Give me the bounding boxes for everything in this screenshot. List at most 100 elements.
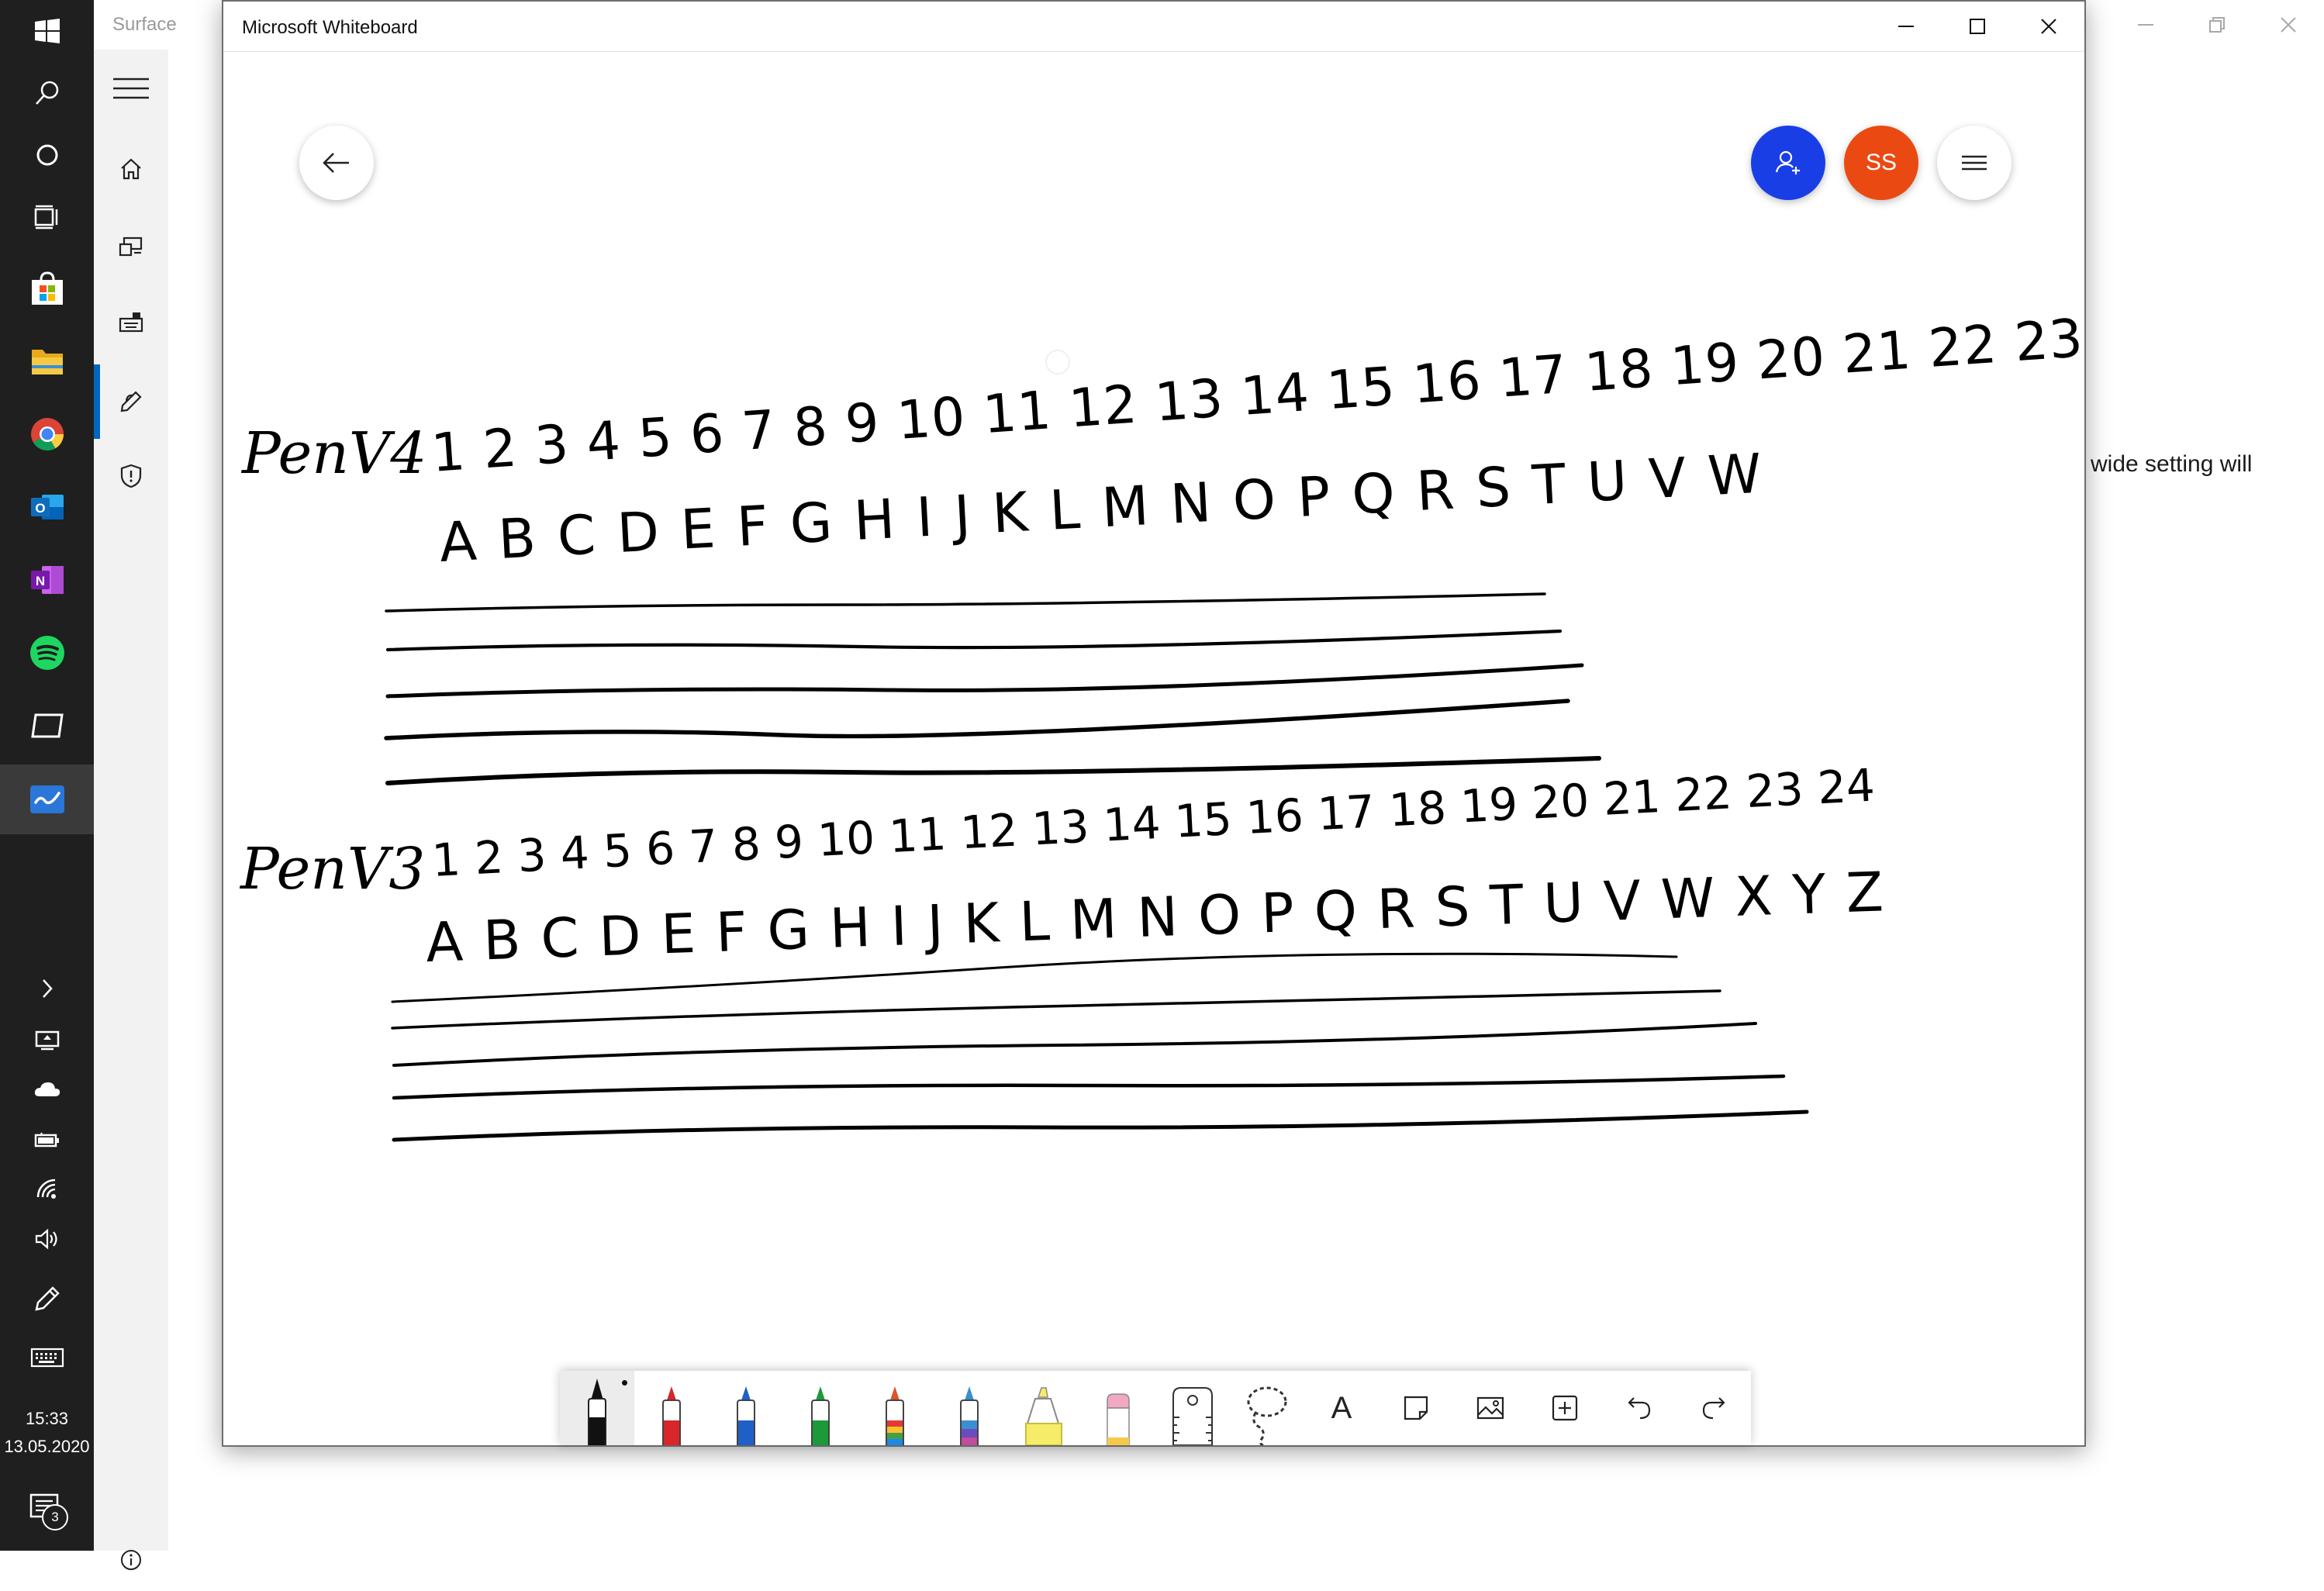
undo-button[interactable] [1602,1371,1677,1445]
cortana-icon [36,144,57,166]
text-tool[interactable]: A [1304,1371,1379,1445]
tray-touch-keyboard[interactable] [0,1330,94,1385]
sticky-note-icon [1404,1396,1428,1420]
add-box-icon [1552,1395,1578,1421]
settings-close-button[interactable] [2253,0,2324,50]
whiteboard-window: Microsoft Whiteboard SS PenV4 1 2 3 4 5 … [222,0,2086,1447]
settings-nav-home[interactable] [94,138,168,200]
black-pen-icon [588,1379,606,1445]
cursor-hover-circle [1045,350,1070,374]
tray-pen-workspace[interactable] [0,1272,94,1326]
clock-date: 13.05.2020 [4,1437,90,1456]
whiteboard-app-icon [29,785,64,813]
text-tool-glyph: A [1331,1390,1352,1425]
taskbar-spotify[interactable] [0,622,94,684]
blue-pen[interactable] [709,1371,783,1445]
settings-menu-button[interactable] [94,57,168,119]
chevron-right-icon [42,979,53,998]
red-pen[interactable] [634,1371,709,1445]
onenote-icon: N [30,566,64,594]
taskbar-outlook[interactable]: O [0,476,94,538]
hamburger-icon [113,78,149,99]
lasso-icon [1247,1386,1287,1445]
rainbow-pen[interactable] [858,1371,932,1445]
pen-toolbar: A [560,1371,1751,1445]
taskbar-onenote[interactable]: N [0,549,94,611]
ruler-tool[interactable] [1155,1371,1230,1445]
minimize-icon [2138,24,2153,26]
settings-nav-devices[interactable] [94,216,168,278]
settings-nav-selection-indicator [94,364,100,439]
taskbar-file-explorer[interactable] [0,330,94,392]
insert-tool[interactable] [1528,1371,1602,1445]
red-pen-icon [662,1386,681,1445]
settings-window-controls [2110,0,2324,50]
sticky-note-tool[interactable] [1379,1371,1453,1445]
tray-battery[interactable] [0,1115,94,1165]
settings-nav-about[interactable] [94,1529,168,1591]
start-button[interactable] [0,0,94,62]
redo-button[interactable] [1677,1371,1751,1445]
image-icon [1476,1396,1504,1420]
eraser[interactable] [1081,1371,1155,1445]
eraser-icon [1107,1393,1130,1445]
ruler-icon [1172,1387,1213,1445]
ink-canvas[interactable]: PenV4 1 2 3 4 5 6 7 8 9 10 11 12 13 14 1… [223,2,2084,1444]
home-icon [121,158,141,180]
cloud-icon [34,1082,60,1096]
lasso-tool[interactable] [1230,1371,1304,1445]
highlighter[interactable] [1007,1371,1081,1445]
label-pen-v4: PenV4 [240,420,426,487]
label-pen-v3: PenV3 [239,836,425,902]
galaxy-pen-icon [960,1386,979,1445]
pen-v3-strokes [391,952,1809,1142]
settings-nav-rail [94,50,168,1570]
tray-wifi[interactable] [0,1165,94,1214]
settings-minimize-button[interactable] [2110,0,2181,50]
taskbar-clock[interactable]: 15:33 13.05.2020 [0,1405,94,1461]
spotify-icon [29,636,64,670]
task-view-button[interactable] [0,186,94,248]
folder-icon [31,350,63,374]
info-icon [121,1550,141,1570]
settings-nav-pen[interactable] [94,371,168,433]
svg-text:N: N [35,574,44,588]
tray-onedrive[interactable] [0,1065,94,1115]
pen-v4-strokes [384,592,1601,785]
highlighter-icon [1025,1387,1062,1445]
store-icon [31,271,63,305]
taskbar-surface[interactable] [0,695,94,757]
pen-selected-dot [622,1380,627,1386]
green-pen-icon [811,1386,830,1445]
pen-icon [34,1286,60,1311]
search-button[interactable] [0,62,94,124]
clock-time: 15:33 [25,1409,69,1428]
shield-icon [120,464,142,488]
outlook-icon: O [30,495,64,519]
taskbar-store[interactable] [0,257,94,319]
rainbow-pen-icon [886,1386,904,1445]
taskbar-chrome[interactable] [0,403,94,465]
settings-restore-button[interactable] [2181,0,2253,50]
battery-charging-icon [34,1132,59,1148]
close-icon [2281,17,2296,33]
cortana-button[interactable] [0,124,94,186]
wifi-icon [36,1179,56,1199]
task-view-icon [34,205,57,230]
show-more-tray-button[interactable] [0,961,94,1016]
display-icon [35,1030,59,1051]
tray-display[interactable] [0,1016,94,1065]
image-tool[interactable] [1453,1371,1528,1445]
keyboard-settings-icon [119,312,143,333]
taskbar-whiteboard[interactable] [0,764,94,834]
notification-count-badge: 3 [42,1504,68,1531]
tray-volume[interactable] [0,1214,94,1264]
taskbar: O N 15:33 13.05.2020 3 [0,0,94,1551]
pen-v4-digits: 1 2 3 4 5 6 7 8 9 10 11 12 13 14 15 16 1… [430,308,2084,485]
settings-nav-security[interactable] [94,445,168,507]
surface-icon [30,713,64,738]
green-pen[interactable] [783,1371,858,1445]
galaxy-pen[interactable] [932,1371,1007,1445]
settings-nav-keyboard[interactable] [94,292,168,354]
chrome-icon [30,418,64,451]
